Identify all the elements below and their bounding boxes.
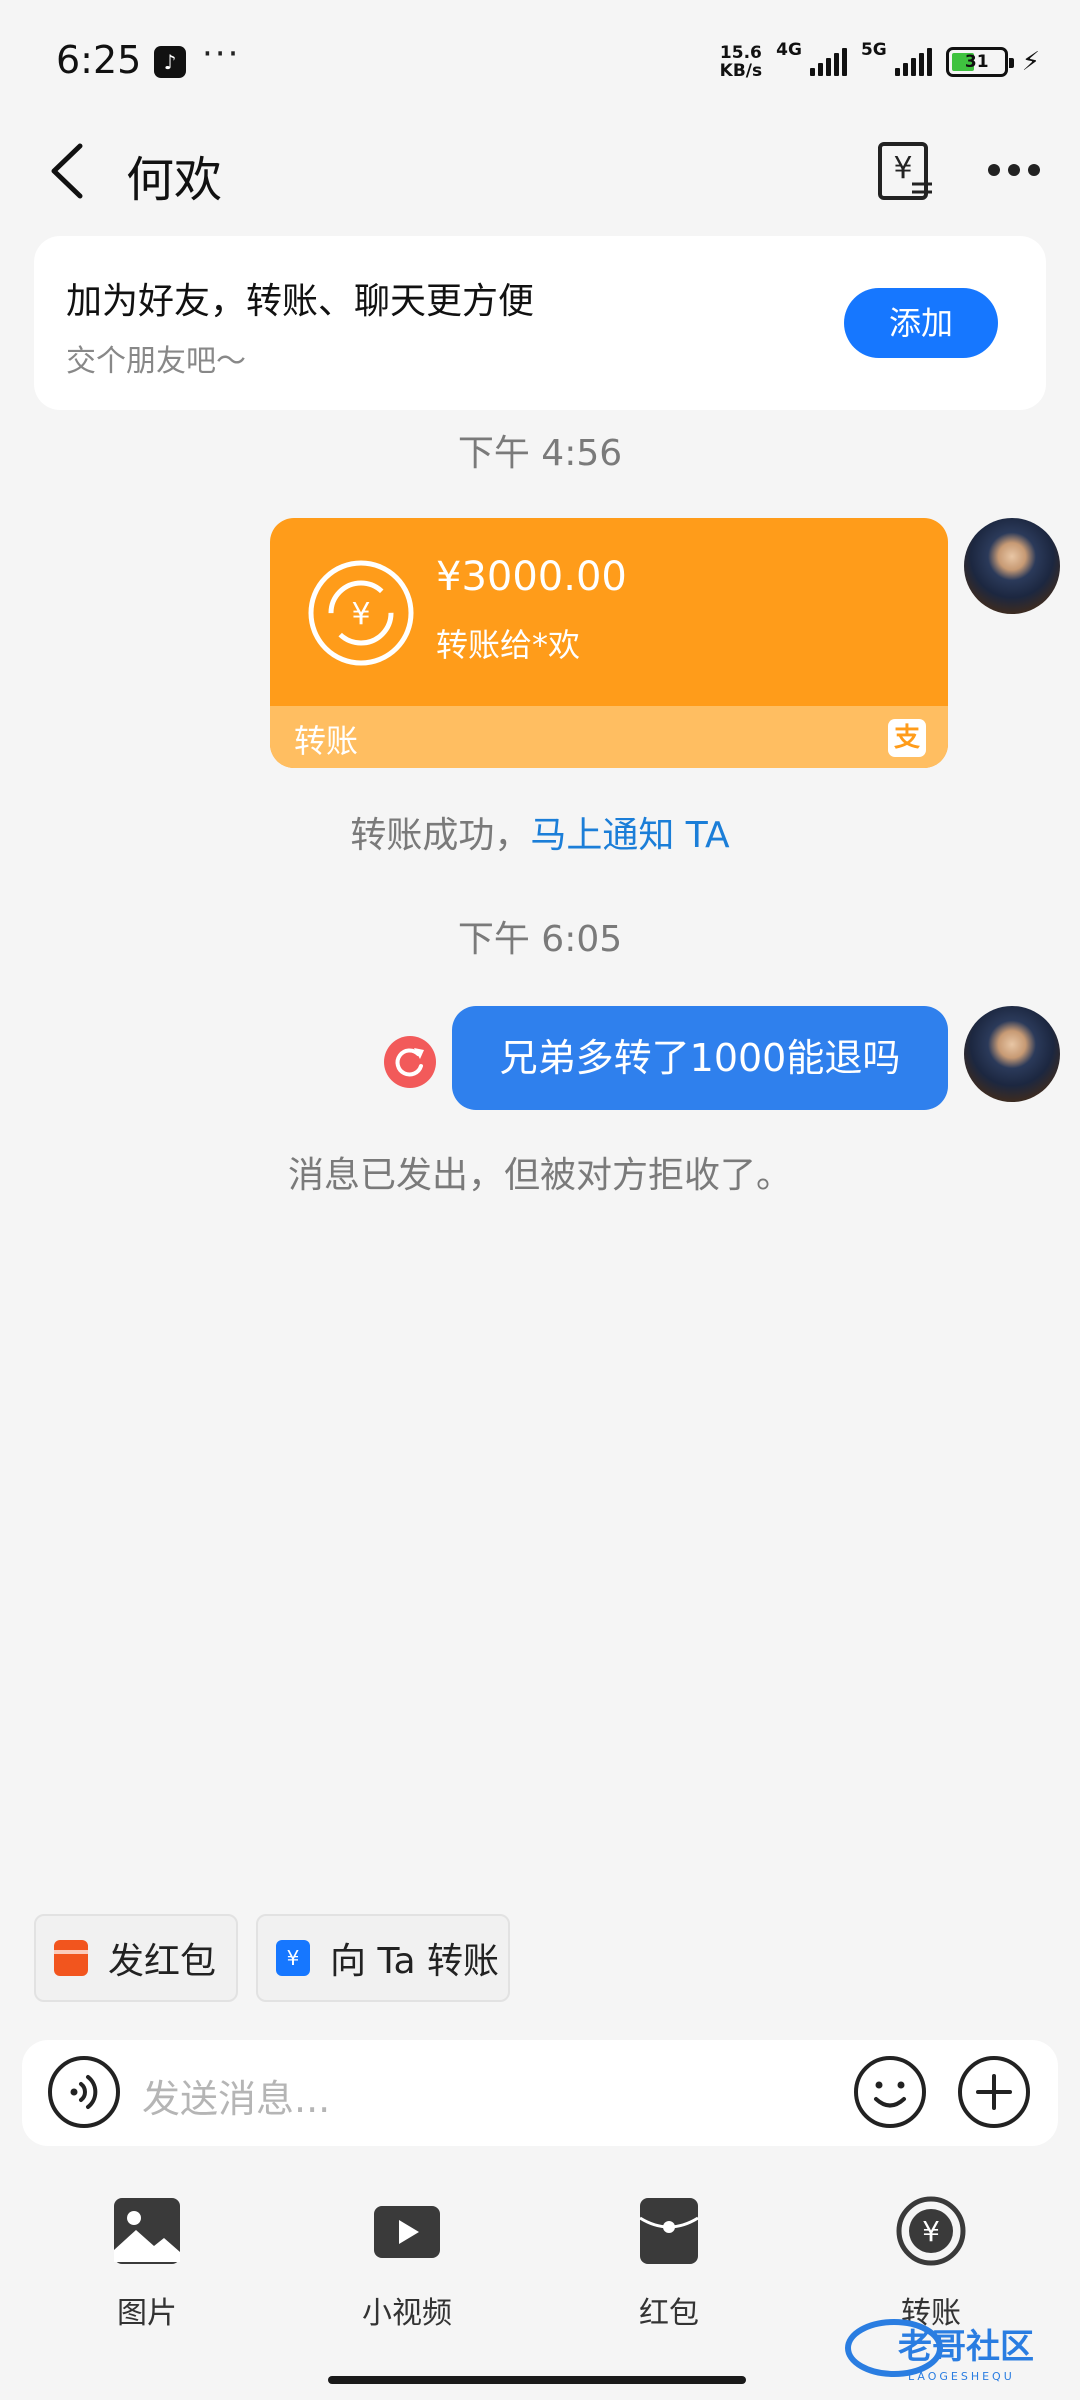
signal-icon-2 [894, 48, 932, 76]
message-bubble[interactable]: 兄弟多转了1000能退吗 [452, 1006, 948, 1110]
more-actions-button[interactable] [956, 2054, 1032, 2130]
refresh-icon [395, 1048, 424, 1077]
plus-icon [958, 2056, 1030, 2128]
transfer-recipient: 转账给*欢 [436, 626, 581, 664]
panel-item-label: 图片 [117, 2296, 177, 2331]
status-bar: 6:25 ♪ ··· 15.6 KB/s 4G 5G 31 ⚡ [0, 0, 1080, 120]
transfer-to-ta-button[interactable]: ¥ 向 Ta 转账 [256, 1914, 510, 2002]
send-red-packet-label: 发红包 [108, 1941, 217, 1982]
resend-button[interactable] [384, 1036, 436, 1088]
transfer-icon: ¥ [896, 2196, 966, 2266]
message-rejected-notice: 消息已发出，但被对方拒收了。 [287, 1155, 792, 1196]
add-friend-subtitle: 交个朋友吧～ [66, 344, 246, 379]
message-input-bar: 发送消息... [22, 2040, 1058, 2146]
transfer-label: 转账 [294, 722, 359, 760]
net-speed-value: 15.6 [719, 43, 762, 63]
status-indicators: 15.6 KB/s 4G 5G 31 ⚡ [720, 40, 1040, 84]
watermark-logo: 老哥社区 LAOGESHEQU [838, 2300, 1078, 2390]
status-time: 6:25 [56, 38, 142, 82]
transfer-coin-icon: ¥ [308, 560, 414, 666]
panel-item-label: 红包 [639, 2296, 699, 2331]
transfer-bubble[interactable]: ¥ ¥3000.00 转账给*欢 转账 支 [270, 518, 948, 768]
page-title: 何欢 [126, 152, 223, 208]
svg-text:¥: ¥ [922, 2215, 940, 2248]
svg-text:老哥社区: 老哥社区 [898, 2327, 1034, 2367]
net-speed-unit: KB/s [719, 61, 763, 81]
signal-icon [809, 48, 847, 76]
transfer-footer: 转账 支 [270, 706, 948, 768]
svg-text:¥: ¥ [351, 597, 370, 632]
charging-icon: ⚡ [1021, 47, 1040, 77]
panel-item-image[interactable]: 图片 [62, 2196, 232, 2332]
back-button[interactable] [44, 138, 94, 204]
alipay-icon: 支 [888, 719, 926, 757]
panel-item-red-packet[interactable]: 红包 [584, 2196, 754, 2332]
battery-icon: 31 [945, 47, 1014, 77]
svg-text:¥: ¥ [893, 151, 912, 186]
video-icon [374, 2206, 440, 2258]
more-dots-icon [988, 164, 1040, 176]
avatar[interactable] [964, 1006, 1060, 1102]
timestamp: 下午 4:56 [457, 433, 623, 474]
panel-item-label: 小视频 [362, 2296, 452, 2331]
voice-button[interactable] [46, 2054, 122, 2130]
send-red-packet-button[interactable]: 发红包 [34, 1914, 238, 2002]
transfer-card-icon: ¥ [276, 1940, 310, 1976]
avatar[interactable] [964, 518, 1060, 614]
transfer-to-ta-label: 向 Ta 转账 [330, 1941, 499, 1982]
yuan-exchange-icon: ¥ [878, 142, 932, 200]
transfer-success-notice: 转账成功，马上通知 TA [0, 806, 1080, 858]
emoji-button[interactable] [852, 2054, 928, 2130]
status-more-dots: ··· [202, 34, 241, 74]
add-friend-button[interactable]: 添加 [844, 288, 998, 358]
transfer-amount: ¥3000.00 [436, 554, 627, 600]
red-packet-icon [639, 2198, 699, 2264]
red-packet-icon [54, 1940, 88, 1976]
notify-ta-link[interactable]: 马上通知 TA [530, 815, 729, 856]
emoji-icon [854, 2056, 926, 2128]
more-options-button[interactable] [984, 150, 1044, 190]
tiktok-icon: ♪ [154, 46, 186, 78]
net-speed: 15.6 KB/s [720, 44, 762, 80]
watermark-graphic: 老哥社区 LAOGESHEQU [845, 2319, 1034, 2383]
timestamp: 下午 6:05 [457, 919, 623, 960]
transfer-record-button[interactable]: ¥ [876, 140, 936, 202]
add-friend-card: 加为好友，转账、聊天更方便 交个朋友吧～ 添加 [34, 236, 1046, 410]
network-5g-label: 5G [860, 40, 887, 60]
svg-text:LAOGESHEQU: LAOGESHEQU [908, 2370, 1015, 2383]
transfer-success-text: 转账成功， [350, 815, 531, 856]
add-friend-title: 加为好友，转账、聊天更方便 [66, 281, 535, 322]
battery-level: 31 [964, 52, 989, 72]
image-icon [114, 2198, 180, 2264]
panel-item-video[interactable]: 小视频 [322, 2196, 492, 2332]
message-input[interactable]: 发送消息... [142, 2068, 330, 2123]
home-indicator[interactable] [328, 2376, 746, 2384]
network-4g-label: 4G [776, 40, 802, 60]
chevron-left-icon [51, 143, 83, 199]
voice-icon [48, 2056, 120, 2128]
